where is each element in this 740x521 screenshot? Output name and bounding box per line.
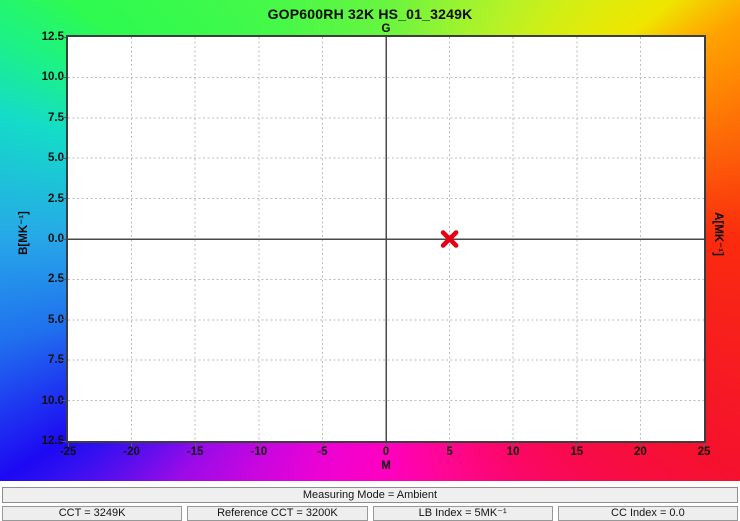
y-tick-label: 12.5 — [0, 30, 64, 44]
status-cells-row: CCT = 3249K Reference CCT = 3200K LB Ind… — [2, 506, 738, 521]
x-tick-mark — [704, 443, 705, 447]
x-tick-mark — [258, 443, 259, 447]
y-tick-label: 12.5 — [0, 434, 64, 448]
x-tick-mark — [449, 443, 450, 447]
y-tick-label: 5.0 — [0, 151, 64, 165]
y-tick-mark — [62, 279, 66, 280]
y-tick-mark — [62, 239, 66, 240]
status-cell-reference-cct: Reference CCT = 3200K — [187, 506, 367, 521]
x-tick-label: 15 — [552, 446, 602, 458]
axis-end-label-magenta: M — [366, 460, 406, 472]
y-tick-label: 7.5 — [0, 111, 64, 125]
y-tick-label: 10.0 — [0, 70, 64, 84]
grid-lines — [68, 37, 704, 441]
x-tick-mark — [513, 443, 514, 447]
status-cell-cct: CCT = 3249K — [2, 506, 182, 521]
x-tick-label: 10 — [488, 446, 538, 458]
x-tick-mark — [386, 443, 387, 447]
y-tick-mark — [62, 77, 66, 78]
status-cell-cc-index: CC Index = 0.0 — [558, 506, 738, 521]
y-tick-mark — [62, 198, 66, 199]
measuring-mode-text: Measuring Mode = Ambient — [303, 489, 437, 501]
color-meter-chart-screen: GOP600RH 32K HS_01_3249K G M B[MK⁻¹] A[M… — [0, 0, 740, 521]
y-tick-label: 10.0 — [0, 394, 64, 408]
status-cell-lb-index: LB Index = 5MK⁻¹ — [373, 506, 553, 521]
y-tick-label: 5.0 — [0, 313, 64, 327]
x-tick-mark — [576, 443, 577, 447]
measuring-mode-bar: Measuring Mode = Ambient — [2, 487, 738, 503]
y-tick-mark — [62, 441, 66, 442]
y-tick-mark — [62, 158, 66, 159]
axis-end-label-green: G — [366, 23, 406, 35]
x-tick-label: 25 — [679, 446, 729, 458]
x-tick-mark — [322, 443, 323, 447]
y-tick-label: 2.5 — [0, 272, 64, 286]
x-tick-label: -5 — [297, 446, 347, 458]
x-tick-mark — [640, 443, 641, 447]
y-tick-mark — [62, 400, 66, 401]
x-tick-label: -10 — [234, 446, 284, 458]
y-tick-mark — [62, 360, 66, 361]
axis-end-label-amber: A[MK⁻¹] — [712, 212, 726, 256]
x-tick-label: 20 — [615, 446, 665, 458]
x-tick-label: -20 — [107, 446, 157, 458]
x-tick-mark — [195, 443, 196, 447]
chart-title: GOP600RH 32K HS_01_3249K — [0, 6, 740, 22]
y-tick-label: 2.5 — [0, 192, 64, 206]
grid-and-data-layer — [68, 37, 704, 441]
x-tick-label: 5 — [425, 446, 475, 458]
y-tick-mark — [62, 319, 66, 320]
x-tick-label: 0 — [361, 446, 411, 458]
x-tick-label: -15 — [170, 446, 220, 458]
plot-area — [66, 35, 706, 443]
y-tick-mark — [62, 37, 66, 38]
x-tick-mark — [68, 443, 69, 447]
y-tick-label: 7.5 — [0, 353, 64, 367]
y-tick-label: 0.0 — [0, 232, 64, 246]
x-tick-mark — [131, 443, 132, 447]
y-tick-mark — [62, 117, 66, 118]
